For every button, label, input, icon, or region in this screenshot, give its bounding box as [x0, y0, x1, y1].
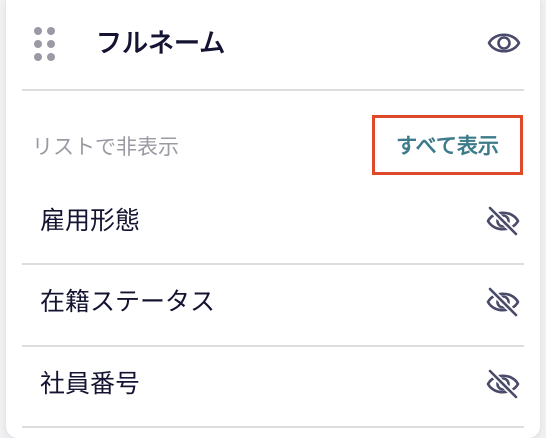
eye-off-icon[interactable] — [484, 284, 522, 320]
hidden-field-label: 在籍ステータス — [40, 287, 216, 316]
hidden-field-row[interactable]: 雇用形態 — [6, 183, 540, 263]
hidden-field-label: 雇用形態 — [40, 206, 141, 235]
field-name: フルネーム — [96, 29, 226, 59]
hidden-section-label: リストで非表示 — [32, 135, 179, 159]
drag-handle-icon[interactable] — [34, 27, 55, 61]
column-settings-panel: フルネーム リストで非表示 すべて表示 雇用形態 在籍ステータス 社員番号 — [6, 0, 540, 438]
eye-off-icon[interactable] — [484, 366, 522, 402]
field-row-full-name[interactable]: フルネーム — [6, 0, 540, 90]
hidden-field-row[interactable]: 社員番号 — [6, 346, 540, 426]
eye-off-icon[interactable] — [484, 203, 522, 239]
eye-icon[interactable] — [486, 26, 522, 60]
divider — [22, 426, 524, 428]
show-all-button[interactable]: すべて表示 — [372, 115, 523, 175]
hidden-field-row[interactable]: 在籍ステータス — [6, 264, 540, 344]
divider — [22, 89, 524, 91]
hidden-field-label: 社員番号 — [40, 369, 141, 398]
